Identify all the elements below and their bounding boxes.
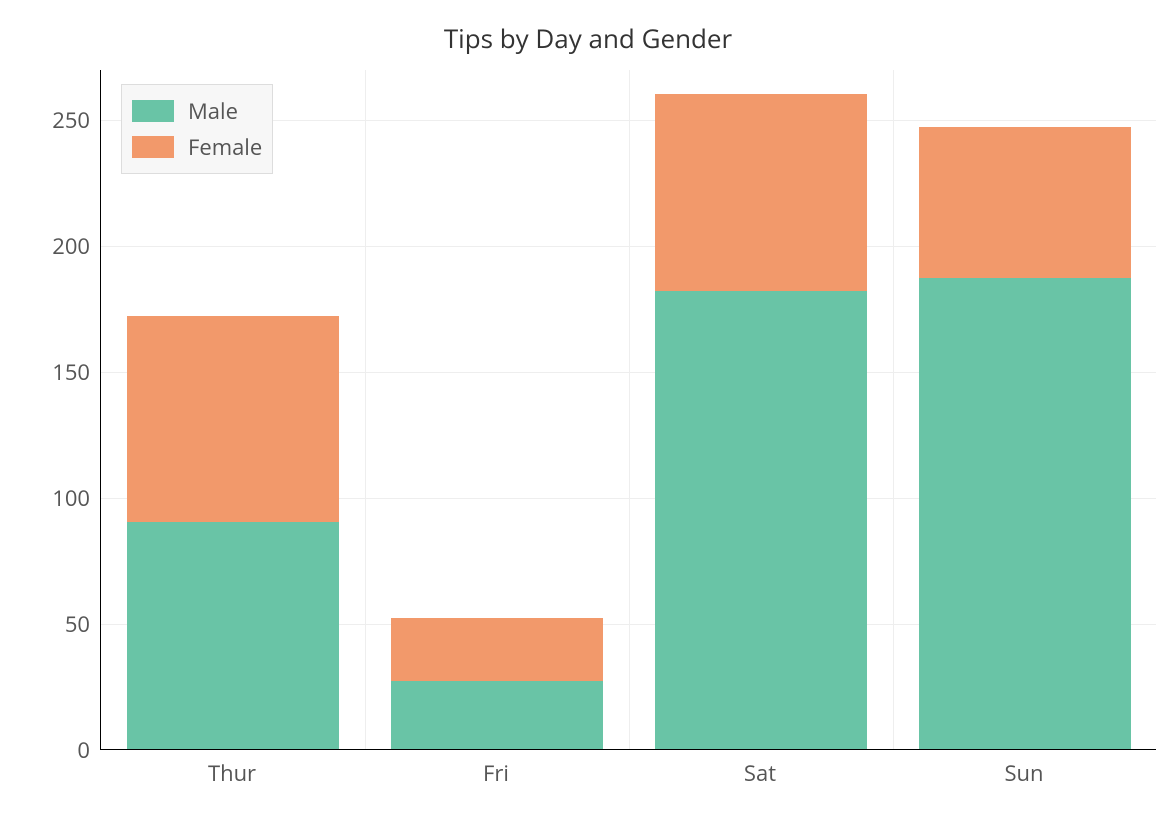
bar-group <box>391 618 602 749</box>
bar-group <box>655 94 866 749</box>
x-tick-label: Fri <box>483 758 509 788</box>
x-tick-label: Sun <box>1004 758 1043 788</box>
bar-group <box>919 127 1130 749</box>
plot-area: Male Female <box>100 70 1156 750</box>
gridline-vertical <box>893 70 894 749</box>
y-tick-label: 200 <box>10 231 90 261</box>
gridline-vertical <box>629 70 630 749</box>
bar-segment-male[interactable] <box>919 278 1130 749</box>
y-tick-label: 250 <box>10 105 90 135</box>
bar-group <box>127 316 338 749</box>
legend-label: Male <box>188 96 238 126</box>
chart-container: Tips by Day and Gender Male Female <box>0 0 1176 830</box>
bar-segment-male[interactable] <box>391 681 602 749</box>
y-tick-label: 50 <box>10 609 90 639</box>
legend-label: Female <box>188 132 262 162</box>
bar-segment-female[interactable] <box>655 94 866 290</box>
bar-segment-male[interactable] <box>127 522 338 749</box>
y-tick-label: 150 <box>10 357 90 387</box>
legend-item[interactable]: Female <box>132 129 262 165</box>
chart-title: Tips by Day and Gender <box>0 20 1176 56</box>
y-tick-label: 0 <box>10 735 90 765</box>
bar-segment-female[interactable] <box>919 127 1130 278</box>
legend-item[interactable]: Male <box>132 93 262 129</box>
bar-segment-female[interactable] <box>127 316 338 523</box>
x-tick-label: Sat <box>744 758 776 788</box>
y-tick-label: 100 <box>10 483 90 513</box>
legend-swatch <box>132 100 174 122</box>
x-tick-label: Thur <box>208 758 256 788</box>
legend-swatch <box>132 136 174 158</box>
gridline-vertical <box>365 70 366 749</box>
bar-segment-male[interactable] <box>655 291 866 749</box>
bar-segment-female[interactable] <box>391 618 602 681</box>
legend: Male Female <box>121 84 273 174</box>
